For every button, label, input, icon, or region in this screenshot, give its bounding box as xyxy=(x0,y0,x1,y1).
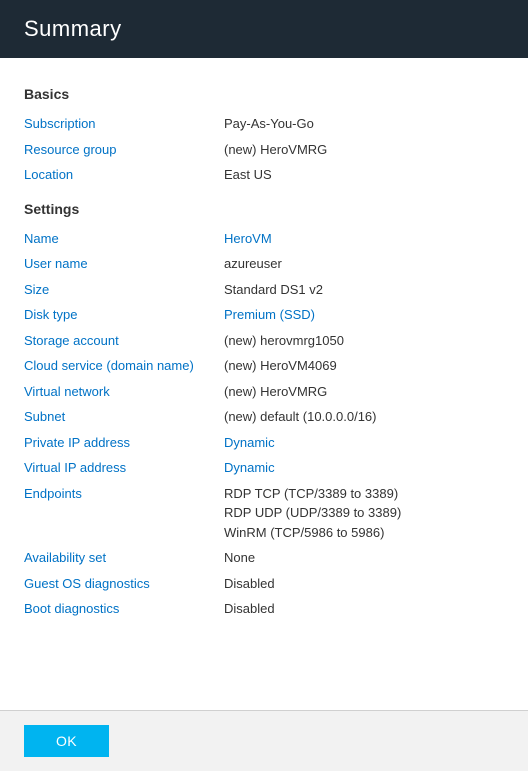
value-resource-group: (new) HeroVMRG xyxy=(224,140,504,160)
endpoint-rdp-udp: RDP UDP (UDP/3389 to 3389) xyxy=(224,503,504,523)
page-footer: OK xyxy=(0,710,528,771)
field-virtual-network: Virtual network (new) HeroVMRG xyxy=(24,382,504,402)
settings-section: Settings Name HeroVM User name azureuser… xyxy=(24,201,504,619)
settings-section-title: Settings xyxy=(24,201,504,217)
endpoint-rdp-tcp: RDP TCP (TCP/3389 to 3389) xyxy=(224,484,504,504)
label-disk-type: Disk type xyxy=(24,305,224,325)
value-username: azureuser xyxy=(224,254,504,274)
value-storage-account: (new) herovmrg1050 xyxy=(224,331,504,351)
label-location: Location xyxy=(24,165,224,185)
label-guest-os-diagnostics: Guest OS diagnostics xyxy=(24,574,224,594)
field-size: Size Standard DS1 v2 xyxy=(24,280,504,300)
ok-button[interactable]: OK xyxy=(24,725,109,757)
field-availability-set: Availability set None xyxy=(24,548,504,568)
field-subnet: Subnet (new) default (10.0.0.0/16) xyxy=(24,407,504,427)
field-location: Location East US xyxy=(24,165,504,185)
field-private-ip: Private IP address Dynamic xyxy=(24,433,504,453)
value-availability-set: None xyxy=(224,548,504,568)
field-username: User name azureuser xyxy=(24,254,504,274)
value-cloud-service: (new) HeroVM4069 xyxy=(224,356,504,376)
field-boot-diagnostics: Boot diagnostics Disabled xyxy=(24,599,504,619)
field-cloud-service: Cloud service (domain name) (new) HeroVM… xyxy=(24,356,504,376)
content-area: Basics Subscription Pay-As-You-Go Resour… xyxy=(0,58,528,710)
value-subnet: (new) default (10.0.0.0/16) xyxy=(224,407,504,427)
label-username: User name xyxy=(24,254,224,274)
value-virtual-network: (new) HeroVMRG xyxy=(224,382,504,402)
label-cloud-service: Cloud service (domain name) xyxy=(24,356,224,376)
label-name: Name xyxy=(24,229,224,249)
label-resource-group: Resource group xyxy=(24,140,224,160)
field-resource-group: Resource group (new) HeroVMRG xyxy=(24,140,504,160)
label-availability-set: Availability set xyxy=(24,548,224,568)
label-virtual-ip: Virtual IP address xyxy=(24,458,224,478)
value-guest-os-diagnostics: Disabled xyxy=(224,574,504,594)
field-subscription: Subscription Pay-As-You-Go xyxy=(24,114,504,134)
value-subscription: Pay-As-You-Go xyxy=(224,114,504,134)
label-endpoints: Endpoints xyxy=(24,484,224,504)
value-name: HeroVM xyxy=(224,229,504,249)
label-subnet: Subnet xyxy=(24,407,224,427)
label-boot-diagnostics: Boot diagnostics xyxy=(24,599,224,619)
field-endpoints: Endpoints RDP TCP (TCP/3389 to 3389) RDP… xyxy=(24,484,504,543)
label-private-ip: Private IP address xyxy=(24,433,224,453)
field-virtual-ip: Virtual IP address Dynamic xyxy=(24,458,504,478)
field-disk-type: Disk type Premium (SSD) xyxy=(24,305,504,325)
field-name: Name HeroVM xyxy=(24,229,504,249)
endpoint-winrm: WinRM (TCP/5986 to 5986) xyxy=(224,523,504,543)
value-endpoints: RDP TCP (TCP/3389 to 3389) RDP UDP (UDP/… xyxy=(224,484,504,543)
value-disk-type: Premium (SSD) xyxy=(224,305,504,325)
value-virtual-ip: Dynamic xyxy=(224,458,504,478)
value-size: Standard DS1 v2 xyxy=(224,280,504,300)
value-private-ip: Dynamic xyxy=(224,433,504,453)
label-size: Size xyxy=(24,280,224,300)
value-location: East US xyxy=(224,165,504,185)
basics-section-title: Basics xyxy=(24,86,504,102)
label-subscription: Subscription xyxy=(24,114,224,134)
basics-section: Basics Subscription Pay-As-You-Go Resour… xyxy=(24,86,504,185)
page-header: Summary xyxy=(0,0,528,58)
value-boot-diagnostics: Disabled xyxy=(224,599,504,619)
label-storage-account: Storage account xyxy=(24,331,224,351)
label-virtual-network: Virtual network xyxy=(24,382,224,402)
field-storage-account: Storage account (new) herovmrg1050 xyxy=(24,331,504,351)
page-title: Summary xyxy=(24,16,122,42)
field-guest-os-diagnostics: Guest OS diagnostics Disabled xyxy=(24,574,504,594)
